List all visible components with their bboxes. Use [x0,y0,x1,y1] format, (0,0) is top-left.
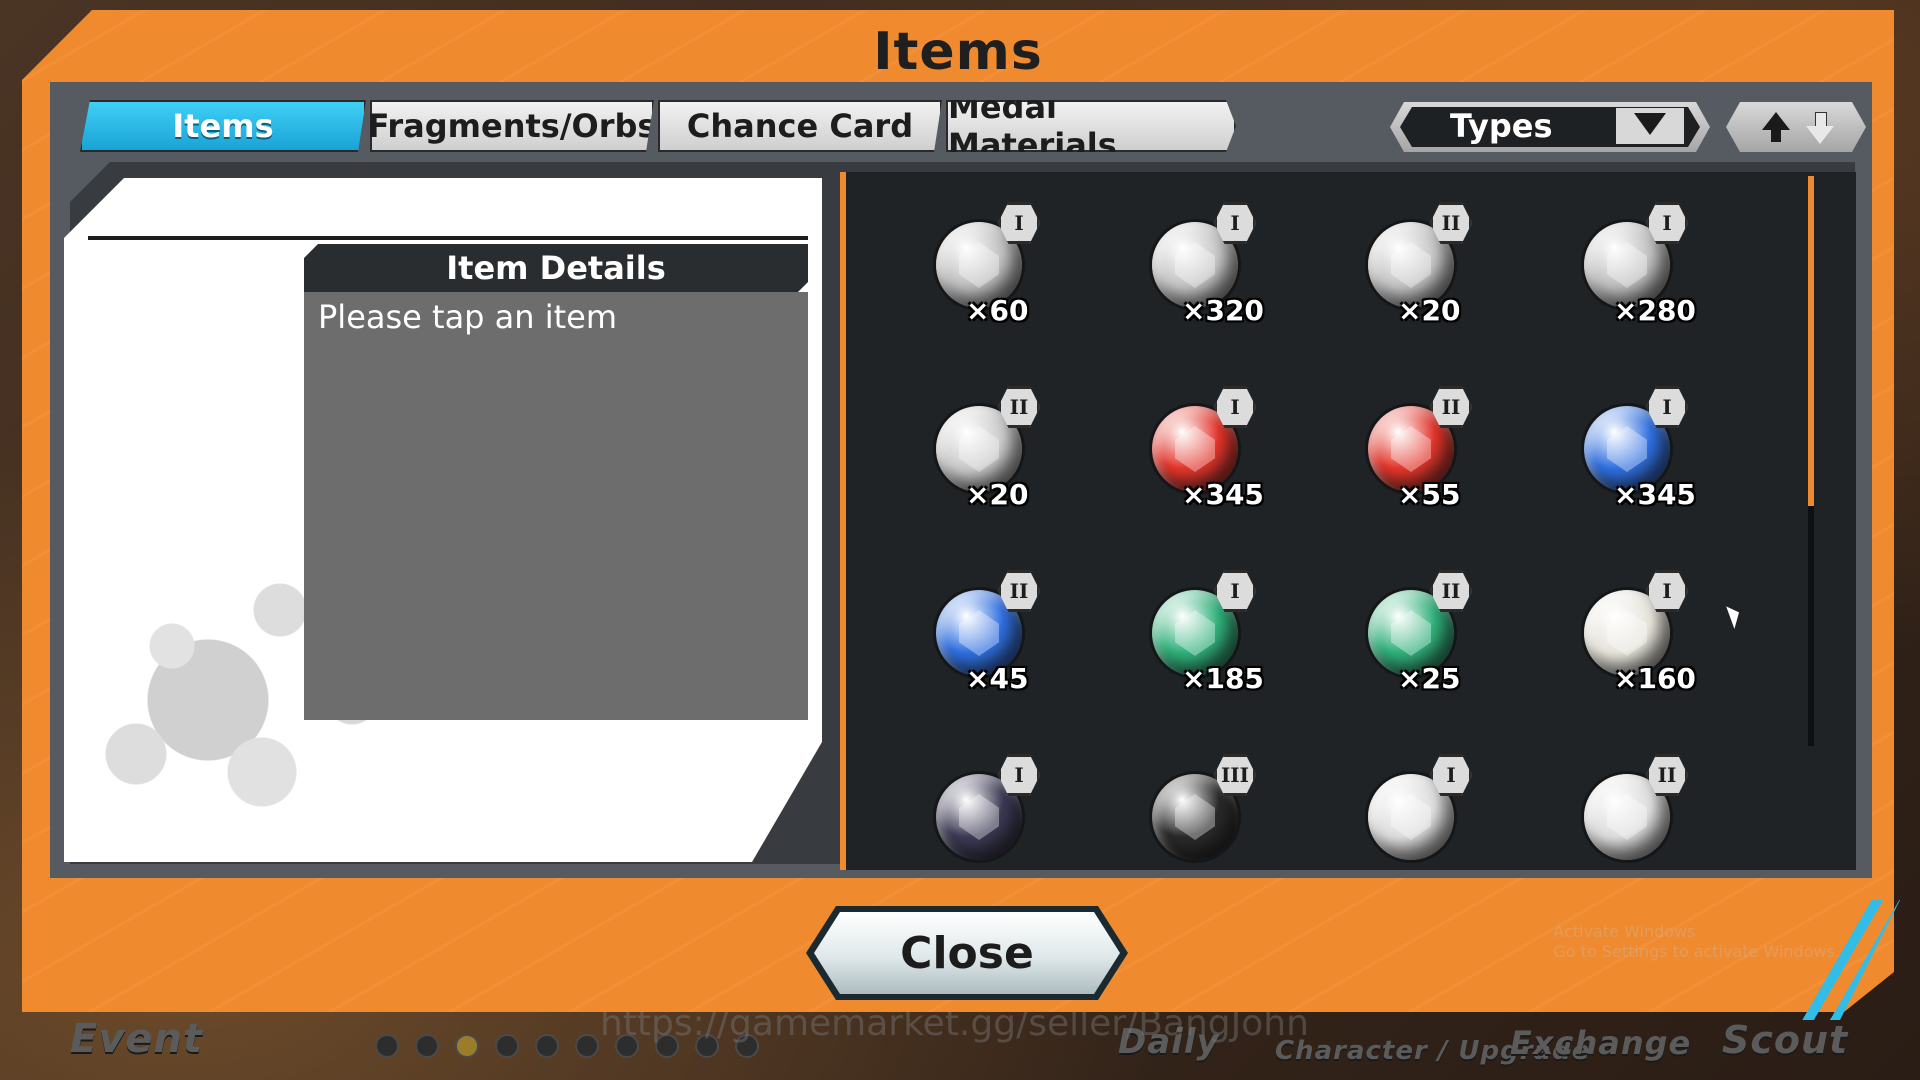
item-slot[interactable]: I ×280 [1558,202,1708,342]
tab-chance-card[interactable]: Chance Card [658,100,942,152]
item-count: ×55 [1398,478,1461,511]
page-dot [375,1034,399,1058]
item-emblem [959,794,999,840]
types-filter-label: Types [1450,107,1553,145]
sort-up-arrow-stem [1771,128,1781,142]
item-count: ×45 [966,662,1029,695]
activate-windows-notice: Activate Windows Go to Settings to activ… [1553,922,1840,962]
item-slot[interactable]: II ×25 [1342,570,1492,710]
sort-order-button[interactable] [1726,102,1866,152]
nav-event[interactable]: Event [70,1016,203,1062]
page-dot [575,1034,599,1058]
item-emblem [1391,242,1431,288]
item-emblem [959,242,999,288]
item-slot[interactable]: I ×345 [1558,386,1708,526]
item-emblem [1391,426,1431,472]
item-count: ×345 [1182,478,1264,511]
item-emblem [1607,794,1647,840]
item-emblem [1391,610,1431,656]
tab-medal-materials[interactable]: Medal Materials [946,100,1236,152]
item-count: ×20 [966,478,1029,511]
item-slot[interactable]: I ×60 [910,202,1060,342]
sort-down-arrow-icon [1806,126,1834,144]
item-slot[interactable]: II ×55 [1342,386,1492,526]
nav-scout[interactable]: Scout [1722,1018,1848,1062]
item-grid-panel[interactable]: I ×60 I ×320 II ×20 I ×280 II ×20 I ×345 II ×55 I ×345 I… [840,172,1856,870]
item-emblem [1175,610,1215,656]
item-tabs: Items Fragments/Orbs Chance Card Medal M… [80,100,1236,152]
chevron-down-icon [1616,108,1684,144]
item-slot[interactable]: II ×20 [1342,202,1492,342]
item-emblem [1607,426,1647,472]
page-dot [535,1034,559,1058]
item-details-placeholder: Please tap an item [318,298,618,336]
page-dot [415,1034,439,1058]
item-slot[interactable]: I ×160 [1558,570,1708,710]
item-emblem [959,610,999,656]
item-count: ×185 [1182,662,1264,695]
item-count: ×60 [966,294,1029,327]
page-dot [495,1034,519,1058]
item-slot[interactable]: II ×45 [910,570,1060,710]
item-emblem [1175,794,1215,840]
grid-scroll-thumb[interactable] [1808,176,1814,506]
close-button-label: Close [814,912,1120,994]
item-emblem [1175,426,1215,472]
card-divider [88,236,808,240]
item-count: ×280 [1614,294,1696,327]
item-slot[interactable]: I ×345 [1126,386,1276,526]
item-slot[interactable]: I ×320 [1126,202,1276,342]
item-slot[interactable]: II ×20 [910,386,1060,526]
tab-items[interactable]: Items [80,100,366,152]
item-emblem [1391,794,1431,840]
grid-scrollbar[interactable] [1808,176,1814,746]
activate-windows-title: Activate Windows [1553,922,1696,941]
item-details-body: Please tap an item [304,292,808,720]
item-count: ×345 [1614,478,1696,511]
item-count: ×25 [1398,662,1461,695]
close-button[interactable]: Close [806,906,1128,1000]
page-dot-active [455,1034,479,1058]
item-emblem [1607,242,1647,288]
item-emblem [1175,242,1215,288]
types-filter-dropdown[interactable]: Types [1390,102,1710,152]
dialog-title: Items [873,22,1043,82]
item-details-header: Item Details [304,244,808,292]
item-emblem [959,426,999,472]
item-emblem [1607,610,1647,656]
tab-fragments-orbs[interactable]: Fragments/Orbs [370,100,654,152]
item-slot[interactable]: I ×185 [1126,570,1276,710]
item-count: ×160 [1614,662,1696,695]
item-count: ×20 [1398,294,1461,327]
activate-windows-subtitle: Go to Settings to activate Windows. [1553,942,1840,961]
nav-exchange[interactable]: Exchange [1510,1024,1691,1062]
item-count: ×320 [1182,294,1264,327]
